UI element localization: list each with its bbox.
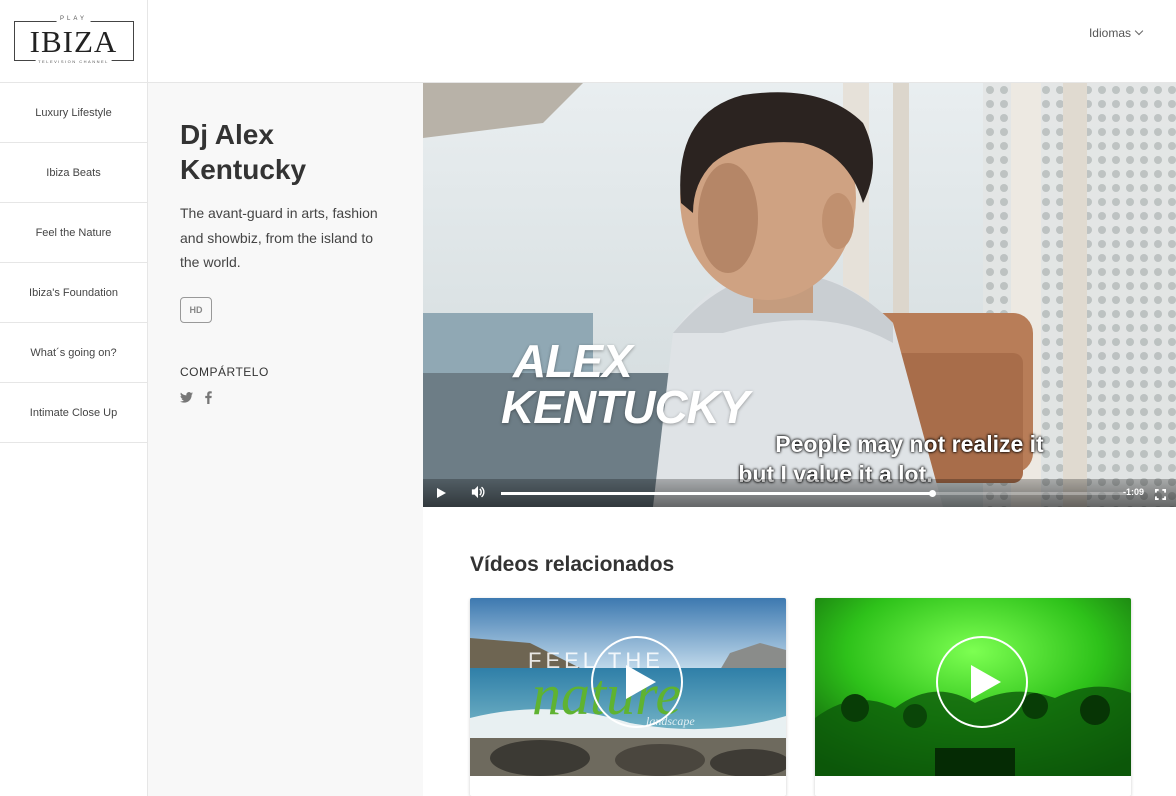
play-icon[interactable] <box>437 488 446 498</box>
video-player[interactable]: ALEX KENTUCKY People may not realize it … <box>423 83 1176 507</box>
twitter-icon[interactable] <box>180 391 193 403</box>
overlay-name-line2: KENTUCKY <box>501 381 750 433</box>
progress-handle[interactable] <box>929 490 937 497</box>
fullscreen-icon[interactable] <box>1155 487 1166 505</box>
play-icon <box>971 665 1001 699</box>
video-thumbnail <box>815 598 1131 776</box>
social-share-links <box>180 390 391 404</box>
sidebar: PLAY IBIZA TELEVISION CHANNEL Luxury Lif… <box>0 0 148 796</box>
video-info-panel: Dj Alex Kentucky The avant-guard in arts… <box>148 83 423 796</box>
language-label: Idiomas <box>1088 26 1131 40</box>
video-title-line1: Dj Alex <box>180 119 274 150</box>
video-thumbnail: FEEL THE nature landscape <box>470 598 786 776</box>
logo-name-text: IBIZA <box>29 23 118 59</box>
logo-tagline-text: TELEVISION CHANNEL <box>35 59 112 64</box>
logo-container: PLAY IBIZA TELEVISION CHANNEL <box>0 0 147 83</box>
sidebar-item-ibiza-beats[interactable]: Ibiza Beats <box>0 143 147 203</box>
language-dropdown[interactable]: Idiomas <box>1088 26 1144 40</box>
chevron-down-icon <box>1134 26 1144 36</box>
sidebar-item-luxury-lifestyle[interactable]: Luxury Lifestyle <box>0 83 147 143</box>
logo-play-text: PLAY <box>56 16 91 22</box>
play-button[interactable] <box>936 636 1028 728</box>
play-icon <box>626 665 656 699</box>
sidebar-item-feel-the-nature[interactable]: Feel the Nature <box>0 203 147 263</box>
video-description: The avant-guard in arts, fashion and sho… <box>180 205 378 270</box>
related-video-card[interactable] <box>815 598 1131 796</box>
sidebar-nav: Luxury Lifestyle Ibiza Beats Feel the Na… <box>0 83 147 443</box>
time-remaining: -1:09 <box>1122 487 1144 497</box>
hd-badge: HD <box>180 296 212 323</box>
subtitle-line1: People may not realize it <box>775 431 1044 457</box>
video-title-line2: Kentucky <box>180 154 307 185</box>
related-videos-heading: Vídeos relacionados <box>470 553 675 576</box>
volume-icon[interactable] <box>471 485 485 504</box>
sidebar-item-intimate-close-up[interactable]: Intimate Close Up <box>0 383 147 443</box>
play-ibiza-logo[interactable]: PLAY IBIZA TELEVISION CHANNEL <box>13 16 134 64</box>
related-video-card[interactable]: FEEL THE nature landscape <box>470 598 786 796</box>
player-controls: -1:09 <box>423 479 1176 507</box>
play-button[interactable] <box>591 636 683 728</box>
sidebar-item-whats-going-on[interactable]: What´s going on? <box>0 323 147 383</box>
facebook-icon[interactable] <box>205 390 212 404</box>
video-name-overlay: ALEX KENTUCKY <box>501 335 750 433</box>
share-label: COMPÁRTELO <box>180 364 269 379</box>
overlay-name-line1: ALEX <box>513 335 633 387</box>
progress-fill <box>501 492 933 495</box>
top-header: Idiomas <box>148 0 1176 83</box>
sidebar-item-ibizas-foundation[interactable]: Ibiza's Foundation <box>0 263 147 323</box>
video-title: Dj Alex Kentucky <box>180 117 391 187</box>
progress-bar[interactable] <box>501 490 1126 497</box>
